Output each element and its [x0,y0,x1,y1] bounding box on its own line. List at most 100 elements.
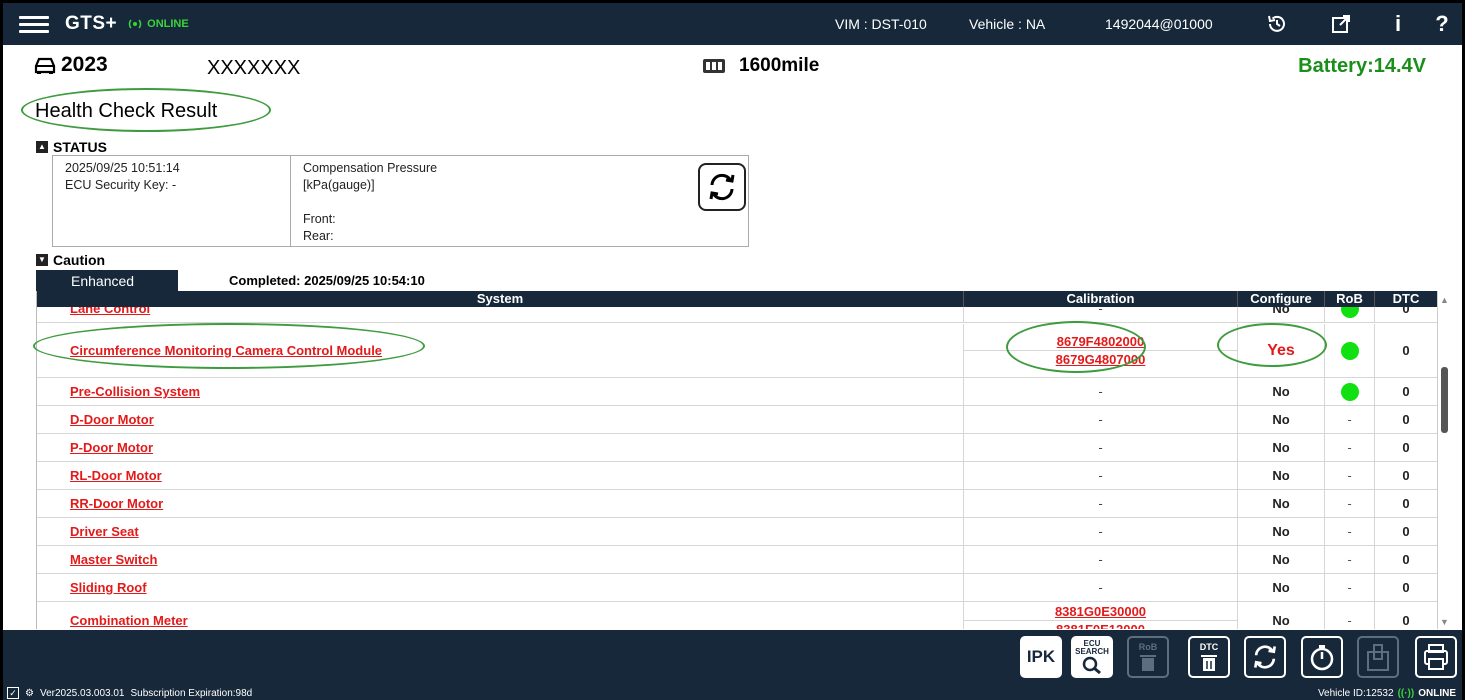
dtc-value: 0 [1402,552,1410,567]
rob-cell: - [1325,434,1375,461]
system-link[interactable]: RL-Door Motor [70,468,162,483]
calibration-value[interactable]: 8381F0E12000 [1056,621,1145,629]
rob-status-dot [1340,341,1359,360]
calibration-value[interactable]: 8679F4802000 [964,333,1237,351]
dtc-cell: 0 [1375,378,1437,405]
vehicle-id-group: Vehicle ID:12532 ((·)) ONLINE [1318,688,1456,699]
system-link[interactable]: Sliding Roof [70,580,147,595]
compensation-pressure-label: Compensation Pressure [303,161,438,175]
scroll-thumb[interactable] [1441,367,1448,433]
ipk-button[interactable]: IPK [1020,636,1062,678]
status-section-header[interactable]: ▲ STATUS [36,139,107,155]
rob-delete-button[interactable]: RoB [1127,636,1169,678]
timer-button[interactable] [1301,636,1343,678]
system-link[interactable]: P-Door Motor [70,440,153,455]
scroll-down-icon[interactable]: ▼ [1440,617,1449,627]
calibration-cell: 8679F4802000 8679G4807000 [964,324,1238,377]
print-button[interactable] [1415,636,1457,678]
dtc-cell: 0 [1375,462,1437,489]
calibration-cell: - [964,546,1238,573]
ipk-label: IPK [1026,647,1056,666]
calibration-value: - [1098,440,1103,455]
connector-icon [1367,644,1389,671]
system-cell: Pre-Collision System [37,378,964,405]
system-link[interactable]: Master Switch [70,552,157,567]
dtc-value: 0 [1402,468,1410,483]
dtc-value: 0 [1402,384,1410,399]
top-bar: GTS+ ONLINE VIM : DST-010 Vehicle : NA 1… [3,3,1462,45]
calibration-value[interactable]: 8679G4807000 [1056,351,1146,368]
caution-section-header[interactable]: ▼ Caution [36,252,105,268]
header-calibration[interactable]: Calibration [964,291,1238,307]
refresh-icon [1253,645,1277,669]
signal-icon [128,19,142,29]
system-link[interactable]: Pre-Collision System [70,384,200,399]
rob-cell [1325,324,1375,377]
dtc-delete-button[interactable]: DTC [1188,636,1230,678]
tab-enhanced[interactable]: Enhanced [36,270,178,291]
calibration-value: - [1098,468,1103,483]
table-row[interactable]: Sliding Roof - No - 0 [37,574,1437,602]
vehicle-info-row: 2023 XXXXXXX 1600mile Battery:14.4V [3,51,1462,85]
collapse-icon: ▲ [36,141,48,153]
rob-value: - [1347,613,1352,628]
vehicle-year-text: 2023 [61,53,108,76]
completed-timestamp: Completed: 2025/09/25 10:54:10 [229,273,425,288]
info-icon[interactable]: i [1383,9,1413,39]
header-system[interactable]: System [37,291,964,307]
header-configure[interactable]: Configure [1238,291,1325,307]
system-link[interactable]: Driver Seat [70,524,139,539]
front-label: Front: [303,212,336,226]
vehicle-year: 2023 [33,53,108,77]
caution-heading: Caution [53,252,106,268]
connector-button[interactable] [1357,636,1399,678]
dtc-cell: 0 [1375,574,1437,601]
external-link-icon[interactable] [1326,9,1356,39]
status-panel: 2025/09/25 10:51:14 ECU Security Key: - … [52,155,749,247]
table-row[interactable]: RR-Door Motor - No - 0 [37,490,1437,518]
dtc-value: 0 [1402,343,1410,358]
table-scrollbar[interactable]: ▲ ▼ [1437,291,1451,629]
ecu-security-key: ECU Security Key: - [65,178,177,192]
header-rob[interactable]: RoB [1325,291,1375,307]
header-dtc[interactable]: DTC [1375,291,1437,307]
rob-value: - [1347,496,1352,511]
vehicle-name: XXXXXXX [207,57,301,79]
configure-value: No [1272,613,1290,628]
configure-cell: No [1238,602,1325,629]
stopwatch-icon [1310,645,1334,671]
rob-value: - [1347,412,1352,427]
table-row[interactable]: D-Door Motor - No - 0 [37,406,1437,434]
table-row[interactable]: P-Door Motor - No - 0 [37,434,1437,462]
table-row[interactable]: Pre-Collision System - No 0 [37,378,1437,406]
table-row[interactable]: Circumference Monitoring Camera Control … [37,324,1437,378]
configure-cell: Yes [1238,324,1325,377]
refresh-button[interactable] [698,163,746,211]
table-row[interactable]: Driver Seat - No - 0 [37,518,1437,546]
menu-icon[interactable] [19,12,49,37]
system-link[interactable]: RR-Door Motor [70,496,163,511]
rob-cell: - [1325,602,1375,629]
dtc-value: 0 [1402,440,1410,455]
history-icon[interactable] [1262,9,1292,39]
calibration-value[interactable]: 8381G0E30000 [964,603,1237,621]
scroll-up-icon[interactable]: ▲ [1440,295,1449,305]
configure-value: No [1272,552,1290,567]
battery-voltage: Battery:14.4V [1298,55,1426,77]
calibration-value: - [1098,552,1103,567]
refresh-all-button[interactable] [1244,636,1286,678]
system-cell: RL-Door Motor [37,462,964,489]
system-link[interactable]: Combination Meter [70,613,188,628]
rob-cell: - [1325,518,1375,545]
table-row[interactable]: RL-Door Motor - No - 0 [37,462,1437,490]
system-link[interactable]: Circumference Monitoring Camera Control … [70,343,382,358]
configure-value[interactable]: Yes [1267,342,1295,360]
system-link[interactable]: D-Door Motor [70,412,154,427]
help-icon[interactable]: ? [1427,9,1457,39]
ecu-search-button[interactable]: ECU SEARCH [1071,636,1113,678]
table-row[interactable]: Combination Meter 8381G0E300008381F0E1200… [37,602,1437,629]
online-label: ONLINE [147,18,189,30]
table-row[interactable]: Master Switch - No - 0 [37,546,1437,574]
page-title: Health Check Result [35,100,218,122]
configure-value: No [1272,524,1290,539]
